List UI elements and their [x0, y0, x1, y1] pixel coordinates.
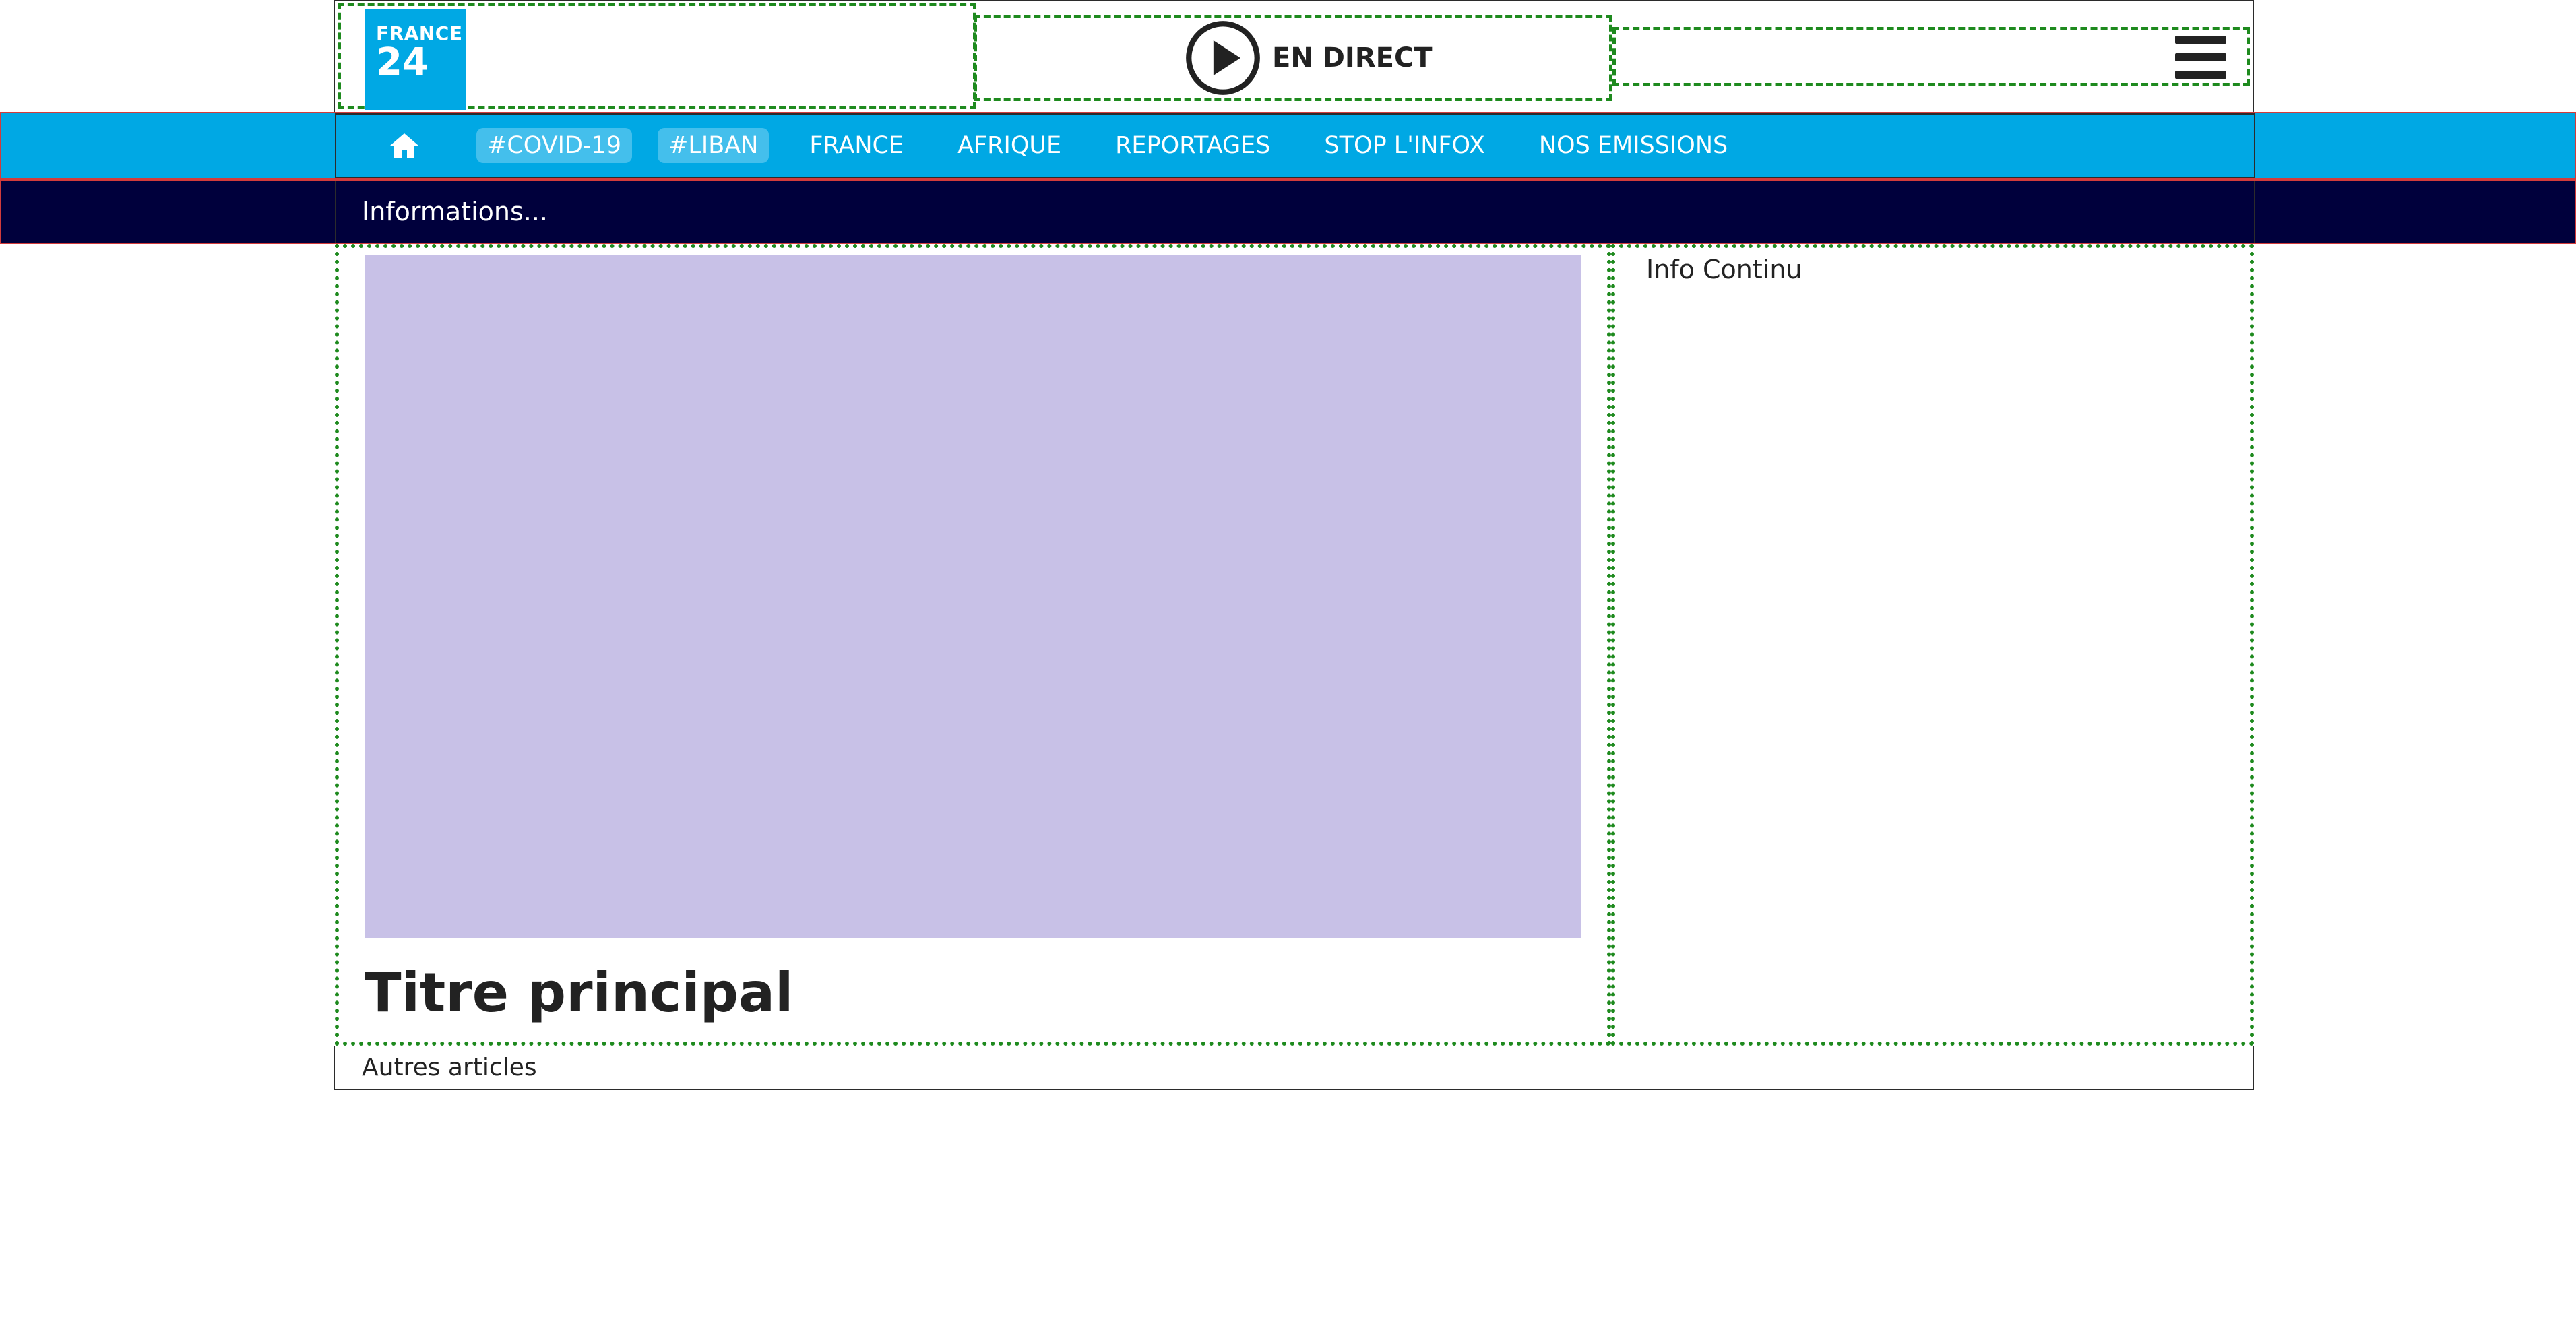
main-nav: #COVID-19 #LIBAN FRANCE AFRIQUE REPORTAG…: [335, 113, 2255, 178]
nav-item-stop-infox[interactable]: STOP L'INFOX: [1324, 132, 1484, 159]
main-nav-bar: #COVID-19 #LIBAN FRANCE AFRIQUE REPORTAG…: [0, 112, 2576, 179]
news-ticker: Informations...: [335, 181, 2255, 243]
info-continu-sidebar: Info Continu: [1611, 244, 2254, 1046]
other-articles-label: Autres articles: [362, 1053, 537, 1081]
ticker-text[interactable]: Informations...: [362, 197, 548, 226]
nav-item-nos-emissions[interactable]: NOS EMISSIONS: [1539, 132, 1728, 159]
main-article-zone: Titre principal: [335, 244, 1611, 1046]
site-header: FRANCE 24 EN DIRECT: [334, 0, 2254, 112]
hero-image[interactable]: [365, 255, 1581, 938]
live-label: EN DIRECT: [1272, 42, 1433, 73]
header-logo-zone: FRANCE 24: [338, 3, 976, 110]
nav-item-afrique[interactable]: AFRIQUE: [957, 132, 1061, 159]
nav-item-france[interactable]: FRANCE: [809, 132, 904, 159]
header-menu-zone: [1612, 27, 2250, 86]
live-button[interactable]: EN DIRECT: [1183, 21, 1433, 95]
logo-line-2: 24: [376, 40, 429, 84]
main-headline[interactable]: Titre principal: [365, 966, 793, 1020]
france24-logo[interactable]: FRANCE 24: [365, 9, 466, 110]
home-icon[interactable]: [389, 132, 420, 159]
hamburger-menu-icon[interactable]: [2175, 36, 2226, 80]
nav-item-covid[interactable]: #COVID-19: [476, 128, 633, 163]
nav-item-liban[interactable]: #LIBAN: [658, 128, 769, 163]
play-circle-icon: [1186, 21, 1260, 95]
nav-item-reportages[interactable]: REPORTAGES: [1115, 132, 1270, 159]
sidebar-title: Info Continu: [1646, 255, 1802, 284]
header-live-zone: EN DIRECT: [974, 15, 1612, 101]
other-articles-section: Autres articles: [334, 1046, 2254, 1090]
news-ticker-bar: Informations...: [0, 179, 2576, 244]
